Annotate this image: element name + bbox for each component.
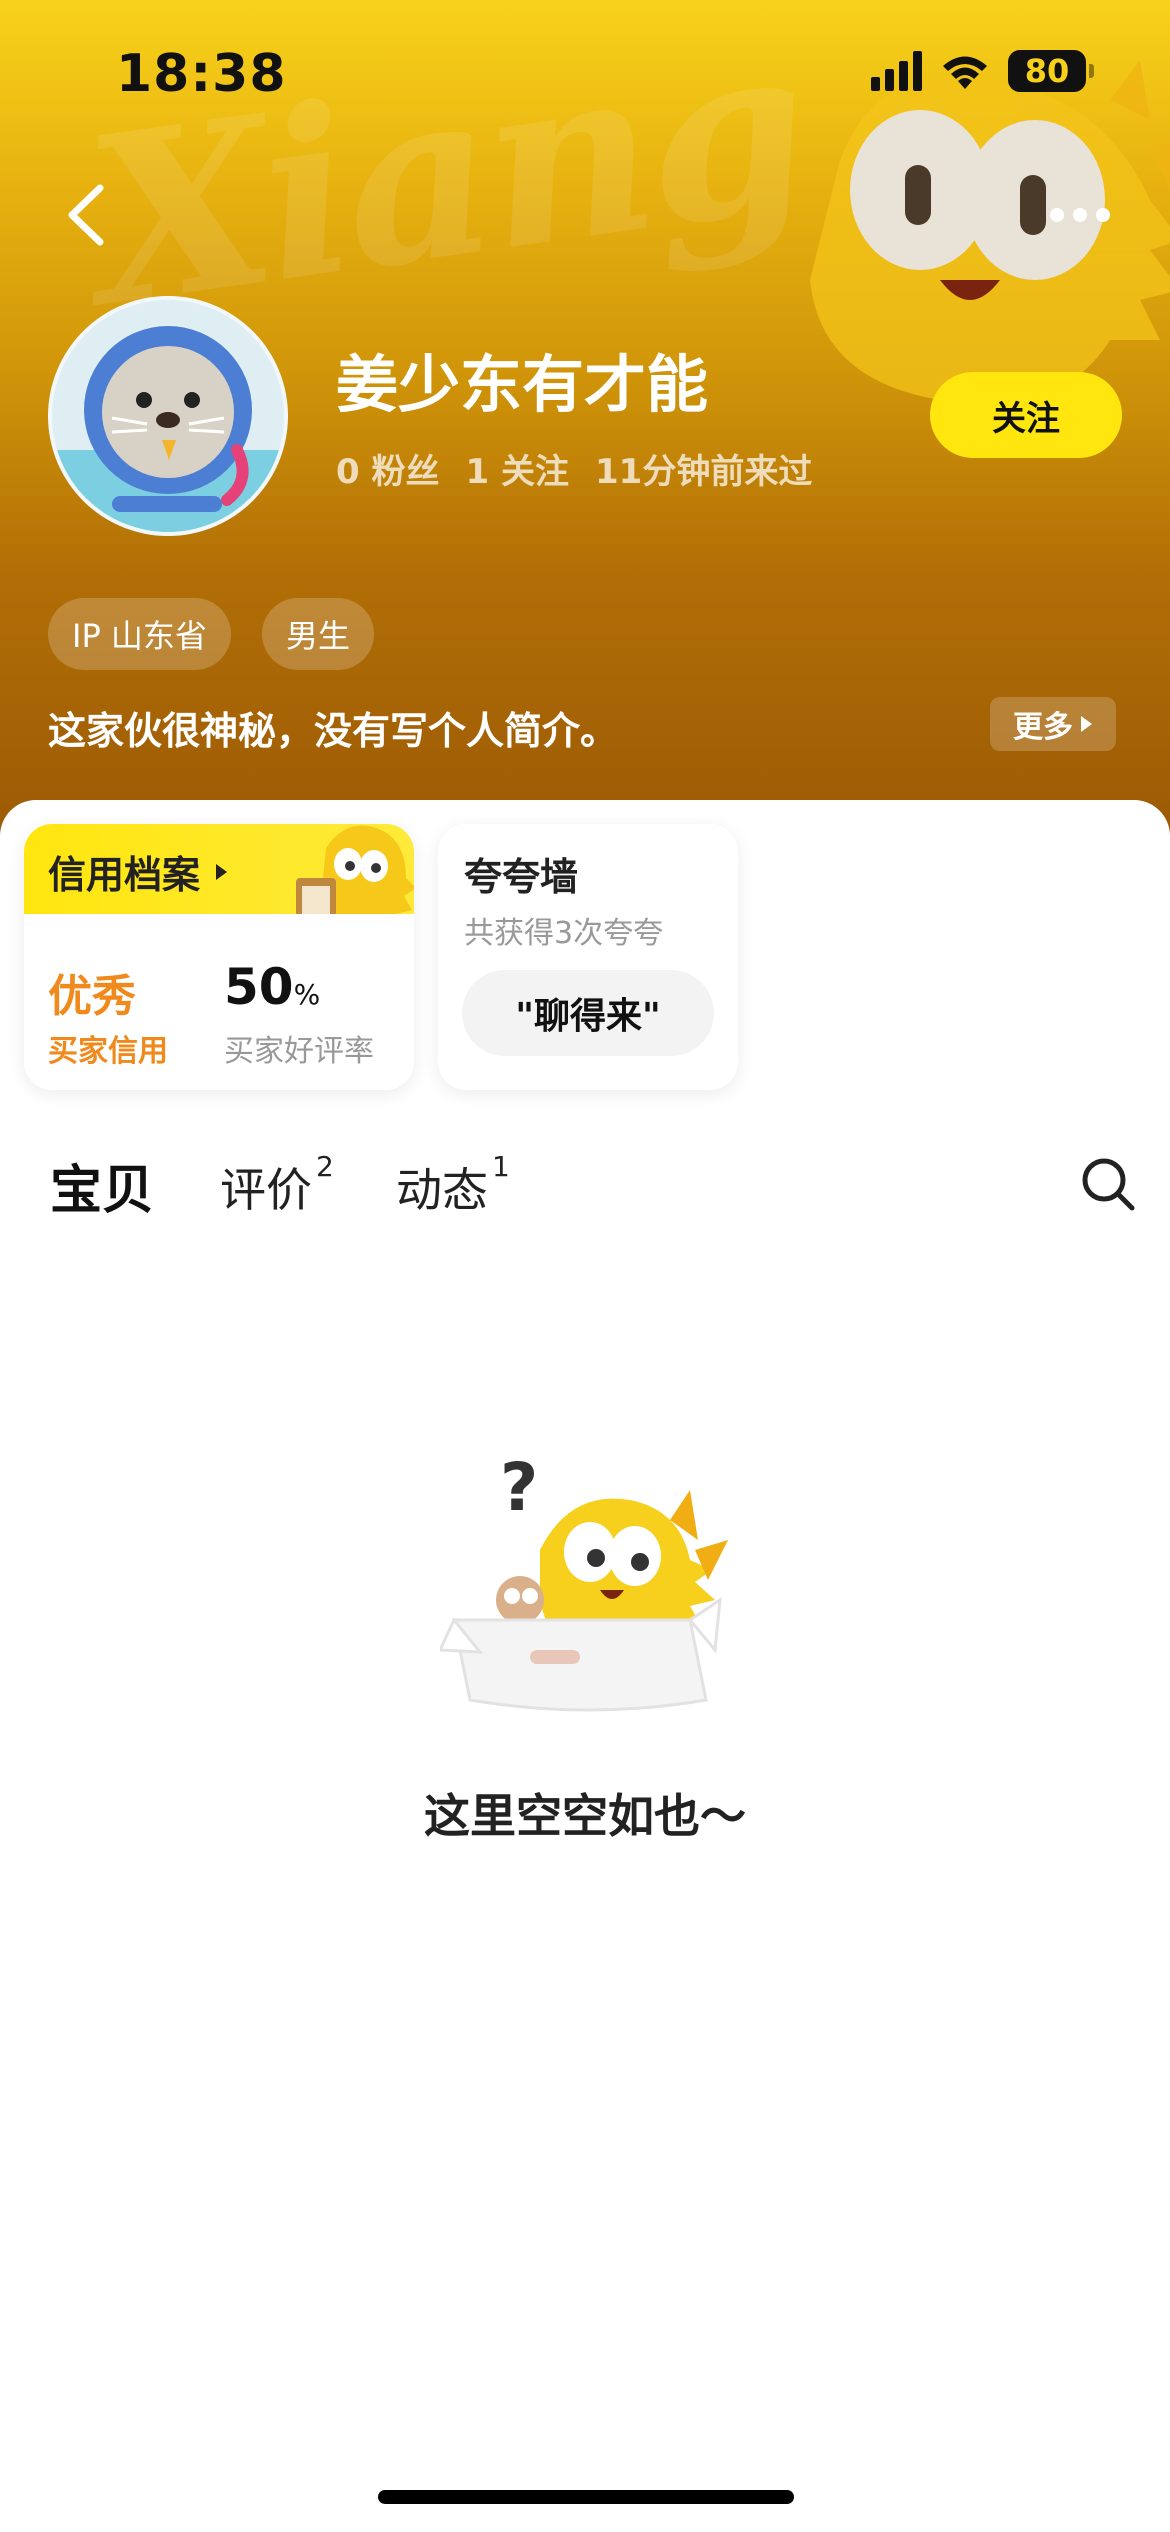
triangle-right-icon xyxy=(1081,716,1092,732)
praise-wall-title: 夸夸墙 xyxy=(464,855,579,899)
positive-rate-label: 买家好评率 xyxy=(224,1034,374,1069)
tab-moments-count: 1 xyxy=(492,1150,510,1183)
back-button[interactable] xyxy=(56,180,116,250)
fans-count[interactable]: 0 粉丝 xyxy=(336,444,440,493)
bio-more-button[interactable]: 更多 xyxy=(990,697,1116,751)
bio-text: 这家伙很神秘，没有写个人简介。 xyxy=(48,709,619,753)
triangle-right-icon xyxy=(216,863,228,880)
credit-profile-card[interactable]: 信用档案 优秀 买家信用 50% 买家好评率 xyxy=(24,824,414,1090)
buyer-credit-label: 买家信用 xyxy=(48,1034,168,1069)
last-seen: 11分钟前来过 xyxy=(595,452,813,492)
search-icon[interactable] xyxy=(1080,1156,1136,1212)
wifi-icon xyxy=(943,56,987,89)
gender-tag: 男生 xyxy=(262,598,375,670)
tab-moments-label: 动态 xyxy=(396,1163,488,1217)
praise-count: 共获得3次夸夸 xyxy=(464,916,664,951)
credit-title-text: 信用档案 xyxy=(48,853,201,897)
user-name: 姜少东有才能 xyxy=(336,348,709,421)
dot-icon xyxy=(1096,208,1110,222)
tab-items[interactable]: 宝贝 xyxy=(45,1148,159,1223)
user-stats: 0 粉丝 1 关注 11分钟前来过 xyxy=(336,444,812,493)
follow-button[interactable]: 关注 xyxy=(930,372,1122,458)
buyer-credit-level: 优秀 xyxy=(48,971,136,1022)
praise-wall-card[interactable]: 夸夸墙 共获得3次夸夸 "聊得来" xyxy=(438,824,738,1090)
credit-title: 信用档案 xyxy=(48,844,228,899)
avatar-seal-image xyxy=(52,326,284,532)
tab-moments[interactable]: 动态 1 xyxy=(396,1150,510,1220)
status-icons: 80 xyxy=(871,50,1094,92)
empty-box-mascot-illustration: ? xyxy=(440,1449,728,1712)
mascot-clipboard-icon xyxy=(296,825,414,925)
positive-rate-value: 50 xyxy=(224,958,294,1016)
cellular-signal-icon xyxy=(871,51,922,91)
praise-tag[interactable]: "聊得来" xyxy=(462,970,714,1056)
ip-location-tag: IP 山东省 xyxy=(48,598,231,670)
credit-card-body: 优秀 买家信用 50% 买家好评率 xyxy=(24,914,414,1090)
empty-state-text: 这里空空如也～ xyxy=(424,1789,746,1843)
profile-header-background: Xiang 18:38 80 姜少东有才能 0 粉丝 1 关注 11分钟前来过 … xyxy=(0,0,1170,840)
positive-rate-unit: % xyxy=(293,978,321,1011)
tab-reviews-label: 评价 xyxy=(220,1163,312,1217)
tab-items-label: 宝贝 xyxy=(50,1161,155,1221)
dot-icon xyxy=(1050,208,1064,222)
following-count[interactable]: 1 关注 xyxy=(466,444,570,493)
home-indicator[interactable] xyxy=(378,2490,794,2504)
positive-rate: 50% xyxy=(224,958,320,1016)
tab-reviews[interactable]: 评价 2 xyxy=(220,1150,334,1220)
tab-reviews-count: 2 xyxy=(316,1150,334,1183)
avatar[interactable] xyxy=(48,296,288,536)
svg-text:?: ? xyxy=(500,1449,538,1526)
battery-icon: 80 xyxy=(1008,50,1094,92)
profile-page: Xiang 18:38 80 姜少东有才能 0 粉丝 1 关注 11分钟前来过 … xyxy=(0,0,1170,2532)
dot-icon xyxy=(1073,208,1087,222)
more-label: 更多 xyxy=(1013,710,1073,745)
status-time: 18:38 xyxy=(116,44,287,104)
more-options-button[interactable] xyxy=(1050,200,1120,230)
